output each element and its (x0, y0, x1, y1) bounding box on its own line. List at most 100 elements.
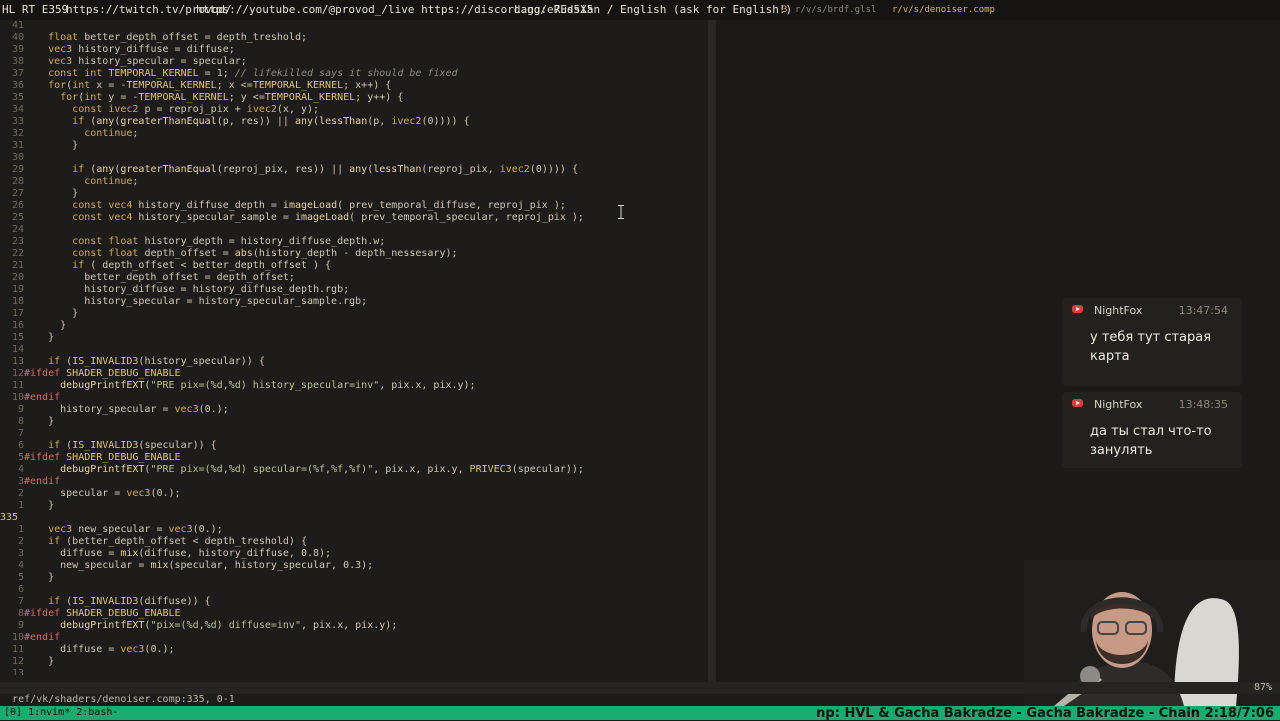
code-line[interactable]: 28 continue; (0, 176, 712, 188)
code-line[interactable]: 3 #endif (0, 476, 712, 488)
code-line[interactable]: 15 } (0, 332, 712, 344)
code-line[interactable]: 9 debugPrintfEXT("pix=(%d,%d) diffuse=in… (0, 620, 712, 632)
line-number: 335 (0, 512, 19, 523)
code-line[interactable]: 18 history_specular = history_specular_s… (0, 296, 712, 308)
code-line[interactable]: 26 const vec4 history_diffuse_depth = im… (0, 200, 712, 212)
chat-username: NightFox (1094, 398, 1143, 411)
code-text: history_specular = history_specular_samp… (24, 296, 368, 307)
code-editor[interactable]: 41 40 float better_depth_offset = depth_t… (0, 20, 712, 675)
code-line[interactable]: 32 continue; (0, 128, 712, 140)
code-line[interactable]: 35 for(int y = -TEMPORAL_KERNEL; y <=TEM… (0, 92, 712, 104)
code-line[interactable]: 1 } (0, 500, 712, 512)
code-line[interactable]: 31 } (0, 140, 712, 152)
line-number: 28 (11, 176, 24, 187)
code-text: #endif (24, 476, 61, 487)
system-topbar: HL RT E359 https://twitch.tv/provod/ htt… (0, 0, 1280, 20)
line-number: 9 (17, 620, 24, 631)
line-number: 36 (11, 80, 24, 91)
code-text: } (24, 500, 55, 511)
chat-username: NightFox (1094, 304, 1143, 317)
code-text: diffuse = vec3(0.); (24, 644, 175, 655)
code-text: const int TEMPORAL_KERNEL = 1; // lifeki… (48, 68, 458, 79)
code-text: history_specular = vec3(0.); (24, 404, 229, 415)
code-line[interactable]: 5 #ifdef SHADER_DEBUG_ENABLE (0, 452, 712, 464)
chat-message: NightFox 13:47:54 у тебя тут старая карт… (1062, 298, 1242, 386)
code-line[interactable]: 34 const ivec2 p = reproj_pix + ivec2(x,… (0, 104, 712, 116)
code-line[interactable]: 22 const float depth_offset = abs(histor… (0, 248, 712, 260)
code-line[interactable]: 40 float better_depth_offset = depth_tre… (0, 32, 712, 44)
code-text: if (any(greaterThanEqual(p, res)) || any… (72, 116, 470, 127)
line-number: 6 (17, 440, 24, 451)
code-line[interactable]: 8 #ifdef SHADER_DEBUG_ENABLE (0, 608, 712, 620)
code-line[interactable]: 2 specular = vec3(0.); (0, 488, 712, 500)
code-text: } (24, 140, 79, 151)
code-line[interactable]: 10 #endif (0, 632, 712, 644)
code-text: #ifdef SHADER_DEBUG_ENABLE (24, 452, 181, 463)
line-number: 8 (17, 608, 24, 619)
line-number: 33 (11, 116, 24, 127)
code-line[interactable]: 4 debugPrintfEXT("PRE pix=(%d,%d) specul… (0, 464, 712, 476)
code-line[interactable]: 38 vec3 history_specular = specular; (0, 56, 712, 68)
code-line[interactable]: 27 } (0, 188, 712, 200)
code-line[interactable]: 21 if ( depth_offset < better_depth_offs… (0, 260, 712, 272)
code-line[interactable]: 2 if (better_depth_offset < depth_tresho… (0, 536, 712, 548)
buffer-tab-denoiser[interactable]: r/v/s/denoiser.comp (892, 5, 995, 15)
code-line[interactable]: 5 } (0, 572, 712, 584)
line-number: 24 (11, 224, 24, 235)
code-line[interactable]: 33 if (any(greaterThanEqual(p, res)) || … (0, 116, 712, 128)
code-line[interactable]: 41 (0, 20, 712, 32)
code-line[interactable]: 39 vec3 history_diffuse = diffuse; (0, 44, 712, 56)
code-line[interactable]: 4 new_specular = mix(specular, history_s… (0, 560, 712, 572)
code-line[interactable]: 14 (0, 344, 712, 356)
line-number: 25 (11, 212, 24, 223)
code-line[interactable]: 25 const vec4 history_specular_sample = … (0, 212, 712, 224)
code-line[interactable]: 17 } (0, 308, 712, 320)
code-line[interactable]: 11 debugPrintfEXT("PRE pix=(%d,%d) histo… (0, 380, 712, 392)
window-split[interactable] (708, 20, 716, 682)
code-line[interactable]: 29 if (any(greaterThanEqual(reproj_pix, … (0, 164, 712, 176)
code-line[interactable]: 20 better_depth_offset = depth_offset; (0, 272, 712, 284)
code-line[interactable]: 13 (0, 668, 712, 675)
code-line[interactable]: 8 } (0, 416, 712, 428)
code-line[interactable]: 10 #endif (0, 392, 712, 404)
line-number: 16 (11, 320, 24, 331)
text-cursor-icon (618, 205, 624, 219)
workspace-title: HL RT E359 (2, 3, 69, 16)
code-line[interactable]: 37 const int TEMPORAL_KERNEL = 1; // lif… (0, 68, 712, 80)
line-number: 10 (11, 632, 24, 643)
code-line[interactable]: 24 (0, 224, 712, 236)
line-number: 26 (11, 200, 24, 211)
code-line[interactable]: 12 #ifdef SHADER_DEBUG_ENABLE (0, 368, 712, 380)
code-text: debugPrintfEXT("PRE pix=(%d,%d) specular… (60, 464, 584, 475)
code-line[interactable]: 23 const float history_depth = history_d… (0, 236, 712, 248)
code-line[interactable]: 7 (0, 428, 712, 440)
line-number: 35 (11, 92, 24, 103)
code-line[interactable]: 6 (0, 584, 712, 596)
code-line[interactable]: 36 for(int x = -TEMPORAL_KERNEL; x <=TEM… (0, 80, 712, 92)
code-line[interactable]: 19 history_diffuse = history_diffuse_dep… (0, 284, 712, 296)
line-number: 40 (11, 32, 24, 43)
code-line[interactable]: 11 diffuse = vec3(0.); (0, 644, 712, 656)
line-number: 19 (11, 284, 24, 295)
chat-time: 13:48:35 (1178, 398, 1228, 411)
buffer-tab-brdf[interactable]: r/v/s/brdf.glsl (795, 5, 876, 15)
code-line[interactable]: 335 (0, 512, 712, 524)
line-number: 4 (17, 560, 24, 571)
code-line[interactable]: 12 } (0, 656, 712, 668)
code-line[interactable]: 13 if (IS_INVALID3(history_specular)) { (0, 356, 712, 368)
line-number: 41 (11, 20, 24, 31)
chat-text: у тебя тут старая карта (1090, 330, 1212, 364)
code-line[interactable]: 7 if (IS_INVALID3(diffuse)) { (0, 596, 712, 608)
code-line[interactable]: 30 (0, 152, 712, 164)
statusline-file: ref/vk/shaders/denoiser.comp:335, 0-1 (12, 694, 235, 705)
tmux-tabs[interactable]: [0] 1:nvim* 2:bash- (4, 707, 118, 718)
line-number: 37 (11, 68, 24, 79)
code-line[interactable]: 1 vec3 new_specular = vec3(0.); (0, 524, 712, 536)
line-number: 11 (11, 644, 24, 655)
code-line[interactable]: 16 } (0, 320, 712, 332)
code-line[interactable]: 3 diffuse = mix(diffuse, history_diffuse… (0, 548, 712, 560)
line-number: 18 (11, 296, 24, 307)
code-text: #ifdef SHADER_DEBUG_ENABLE (24, 368, 181, 379)
code-line[interactable]: 6 if (IS_INVALID3(specular)) { (0, 440, 712, 452)
code-line[interactable]: 9 history_specular = vec3(0.); (0, 404, 712, 416)
